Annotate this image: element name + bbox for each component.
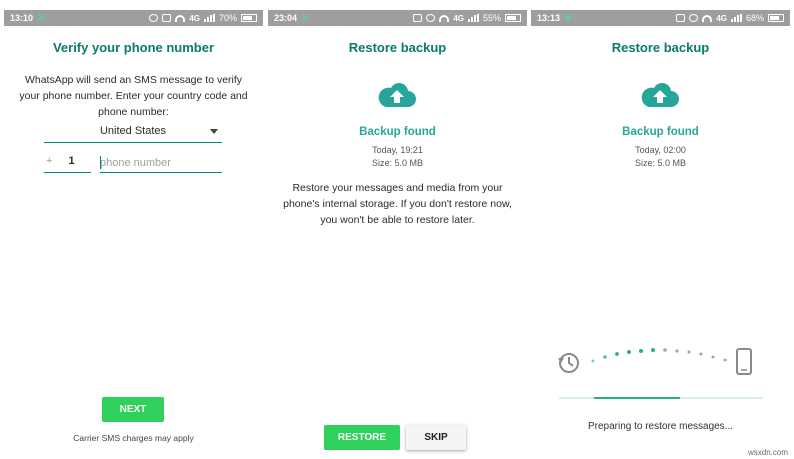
signal-icon [203,14,215,22]
verify-description: WhatsApp will send an SMS message to ver… [19,74,248,118]
restore-progress-fill [594,397,680,399]
backup-size: Size: 5.0 MB [634,158,687,168]
wifi-icon [439,14,450,22]
signal-icon [467,14,479,22]
battery-icon [241,14,257,22]
status-time: 23:04 [274,13,298,23]
network-type: 4G [189,13,200,23]
preparing-status: Preparing to restore messages... [587,421,734,432]
status-bar: 13:10 ✕ 4G 70% [4,10,263,26]
phone-icon [736,348,752,375]
battery-percent: 70% [218,13,237,23]
x-notification-icon: ✕ [564,12,573,24]
text-cursor [100,156,101,169]
battery-percent: 68% [745,13,764,23]
backup-found-label: Backup found [622,126,699,138]
status-time: 13:10 [10,13,34,23]
restore-button[interactable]: RESTORE [324,425,400,450]
cloud-upload-icon [641,83,679,107]
alarm-icon [689,14,699,22]
restore-progress-bar [559,397,763,399]
country-code-value: 1 [68,155,75,167]
status-bar: 23:04 ✕ 4G 55% [268,10,527,26]
next-button[interactable]: NEXT [102,397,164,422]
page-title: Restore backup [348,40,447,55]
status-bar: 13:13 ✕ 4G 68% [531,10,790,26]
wifi-icon [702,14,713,22]
carrier-charges-note: Carrier SMS charges may apply [73,433,194,443]
dropdown-caret-icon [210,129,218,134]
restoring-screen: 13:13 ✕ 4G 68% Restore backup Backup fou… [531,0,790,459]
battery-percent: 55% [482,13,501,23]
signal-icon [730,14,742,22]
backup-date: Today, 02:00 [635,145,686,155]
x-notification-icon: ✕ [37,12,46,24]
vibrate-icon [676,14,686,22]
page-title: Verify your phone number [52,40,215,55]
network-type: 4G [716,13,727,23]
backup-found-label: Backup found [359,126,436,138]
vibrate-icon [413,14,423,22]
country-code-prefix: + [46,155,53,167]
wifi-icon [175,14,186,22]
skip-button[interactable]: SKIP [406,425,466,450]
network-type: 4G [453,13,464,23]
page-title: Restore backup [611,40,710,55]
watermark: wsxdn.com [747,448,788,457]
battery-icon [768,14,784,22]
status-time: 13:13 [537,13,561,23]
restore-backup-screen: 23:04 ✕ 4G 55% Restore backup Backup fou… [268,0,527,459]
backup-date: Today, 19:21 [372,145,423,155]
x-notification-icon: ✕ [301,12,310,24]
vibrate-icon [162,14,172,22]
backup-size: Size: 5.0 MB [371,158,424,168]
verify-phone-screen: 13:10 ✕ 4G 70% Verify your phone number … [4,0,263,459]
restore-description: Restore your messages and media from you… [283,182,512,226]
battery-icon [505,14,521,22]
phone-number-input[interactable] [100,153,222,173]
country-select[interactable]: United States [44,123,222,143]
alarm-icon [426,14,436,22]
cloud-upload-icon [378,83,416,107]
country-select-value: United States [99,125,167,137]
history-icon [558,353,579,373]
transfer-dots [591,348,727,363]
restore-animation [558,348,752,375]
alarm-icon [149,14,159,22]
